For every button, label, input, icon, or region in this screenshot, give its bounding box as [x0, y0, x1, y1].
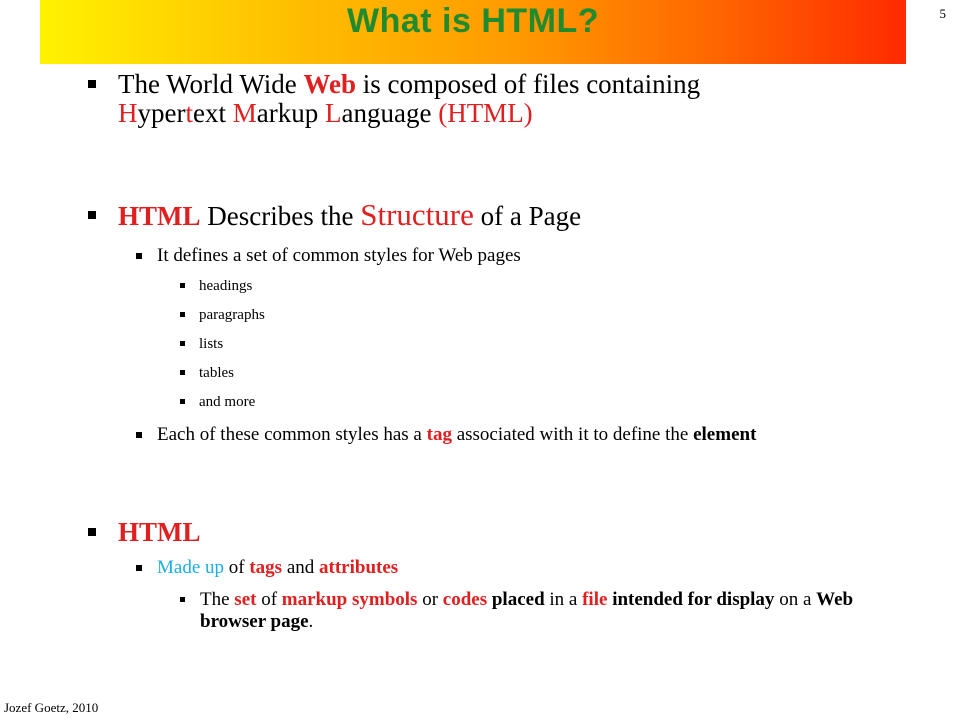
- list-item-text: and more: [199, 394, 256, 410]
- bullet-html-structure: HTML Describes the Structure of a Page: [88, 197, 878, 232]
- square-bullet-icon: [136, 565, 142, 571]
- keyword-intended-for-display: intended for display: [607, 589, 775, 610]
- text-fragment: ype: [137, 98, 177, 128]
- list-item-tables: tables: [180, 364, 234, 382]
- text-fragment: of a Page: [473, 201, 582, 231]
- list-item-text: lists: [199, 336, 224, 352]
- bullet-made-up: Made up of tags and attributes: [136, 557, 876, 579]
- keyword-html: HTML: [118, 517, 201, 547]
- letter-t: t: [185, 98, 193, 128]
- bullet-common-styles: It defines a set of common styles for We…: [136, 245, 876, 267]
- text-fragment: Describes the: [200, 201, 361, 231]
- text-fragment: on a: [774, 589, 817, 610]
- text-fragment: Each of these common styles has a: [157, 424, 427, 445]
- keyword-html: HTML: [118, 201, 201, 231]
- keyword-web: Web: [303, 69, 356, 99]
- text-fragment: arkup: [256, 98, 325, 128]
- text-fragment: and: [282, 557, 320, 578]
- slide-number: 5: [939, 6, 947, 21]
- letter-h: H: [118, 98, 138, 128]
- text-fragment: anguage: [341, 98, 439, 128]
- keyword-element: element: [693, 424, 757, 445]
- keyword-attributes: attributes: [319, 557, 399, 578]
- square-bullet-icon: [180, 283, 185, 288]
- square-bullet-icon: [136, 432, 142, 438]
- square-bullet-icon: [88, 528, 96, 536]
- list-item-lists: lists: [180, 335, 223, 353]
- square-bullet-icon: [88, 80, 96, 88]
- bullet-text: The World Wide Web is composed of files …: [118, 70, 700, 128]
- keyword-codes: codes: [442, 589, 488, 610]
- keyword-html: (HTML): [438, 98, 533, 128]
- text-fragment: of: [256, 589, 282, 610]
- bullet-text: Each of these common styles has a tag as…: [157, 424, 756, 446]
- text-fragment: or: [417, 589, 443, 610]
- keyword-set: set: [234, 589, 257, 610]
- square-bullet-icon: [180, 312, 185, 317]
- slide-title: What is HTML?: [346, 2, 600, 40]
- text-fragment: The: [200, 589, 235, 610]
- bullet-www: The World Wide Web is composed of files …: [88, 70, 878, 128]
- bullet-html: HTML: [88, 518, 201, 547]
- list-item-paragraphs: paragraphs: [180, 306, 265, 324]
- bullet-tag-element: Each of these common styles has a tag as…: [136, 424, 876, 446]
- list-item-and-more: and more: [180, 393, 255, 411]
- text-fragment: in a: [544, 589, 583, 610]
- bullet-text: HTML Describes the Structure of a Page: [118, 197, 582, 232]
- keyword-tag: tag: [426, 424, 452, 445]
- list-item-headings: headings: [180, 277, 252, 295]
- square-bullet-icon: [180, 341, 185, 346]
- keyword-structure: Structure: [360, 197, 474, 232]
- title-bar: What is HTML?: [40, 0, 906, 64]
- bullet-text: It defines a set of common styles for We…: [157, 245, 521, 266]
- square-bullet-icon: [88, 211, 96, 219]
- keyword-markup-symbols: markup symbols: [281, 589, 418, 610]
- bullet-definition: The set of markup symbols or codes place…: [180, 589, 910, 633]
- square-bullet-icon: [180, 370, 185, 375]
- text-fragment: ext: [193, 98, 233, 128]
- text-fragment: The World Wide: [118, 69, 304, 99]
- keyword-made-up: Made up: [157, 557, 225, 578]
- list-item-text: tables: [199, 365, 234, 381]
- square-bullet-icon: [180, 399, 185, 404]
- text-fragment: .: [308, 611, 314, 632]
- text-fragment: associated with it to define the: [451, 424, 694, 445]
- list-item-text: paragraphs: [199, 307, 265, 323]
- bullet-text: The set of markup symbols or codes place…: [200, 589, 910, 633]
- list-item-text: headings: [199, 278, 253, 294]
- square-bullet-icon: [180, 597, 185, 602]
- square-bullet-icon: [136, 253, 142, 259]
- text-fragment: is composed of files containing: [355, 69, 701, 99]
- keyword-tags: tags: [249, 557, 283, 578]
- footer-author: Jozef Goetz, 2010: [4, 700, 99, 715]
- keyword-placed: placed: [487, 589, 545, 610]
- keyword-file: file: [582, 589, 608, 610]
- letter-l: L: [325, 98, 342, 128]
- text-fragment: of: [224, 557, 250, 578]
- bullet-text: Made up of tags and attributes: [157, 557, 398, 579]
- letter-m: M: [232, 98, 257, 128]
